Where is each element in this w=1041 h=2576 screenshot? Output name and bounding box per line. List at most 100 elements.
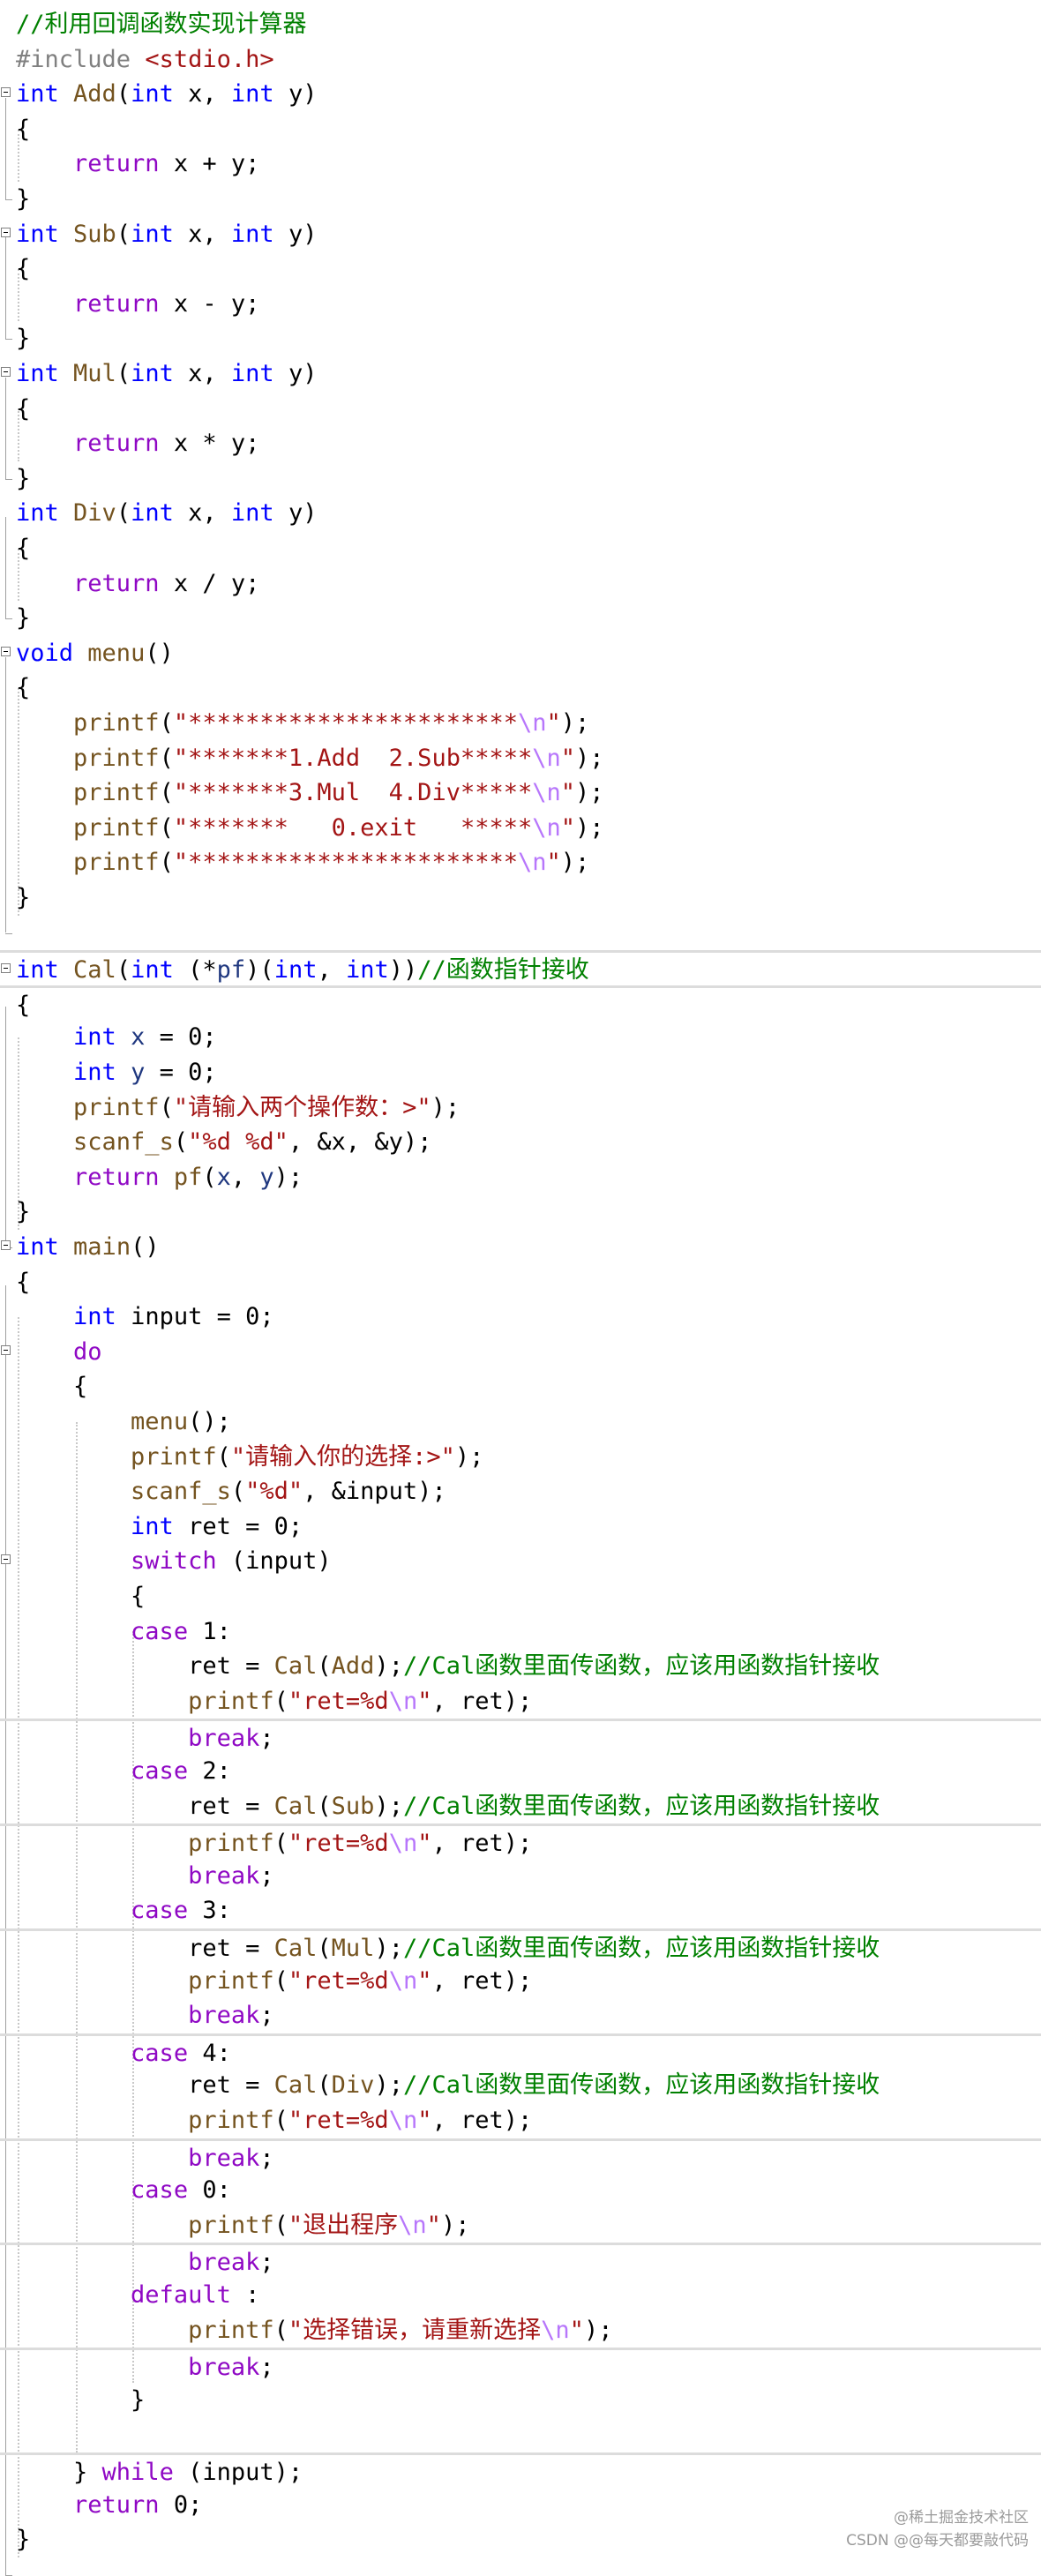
- code-line[interactable]: printf("ret=%d\n", ret);: [0, 1823, 1041, 1859]
- code-line[interactable]: return x + y;: [0, 146, 1041, 182]
- code-line[interactable]: break;: [0, 1719, 1041, 1754]
- code-line[interactable]: ret = Cal(Sub);//Cal函数里面传函数，应该用函数指针接收: [0, 1789, 1041, 1824]
- collapse-toggle-icon[interactable]: [1, 1344, 11, 1355]
- code-line[interactable]: }: [0, 1194, 1041, 1230]
- code-line[interactable]: printf("***********************\n");: [0, 845, 1041, 880]
- collapse-toggle-icon[interactable]: [1, 1554, 11, 1565]
- code-line[interactable]: }: [0, 182, 1041, 217]
- code-line[interactable]: break;: [0, 1859, 1041, 1894]
- collapse-toggle-icon[interactable]: [1, 963, 11, 974]
- code-line[interactable]: printf("***********************\n");: [0, 706, 1041, 741]
- code-line[interactable]: return x - y;: [0, 287, 1041, 322]
- code-editor[interactable]: //利用回调函数实现计算器 #include <stdio.h> int Add(i…: [0, 0, 1041, 2576]
- code-text: printf("***********************\n");: [16, 845, 589, 880]
- code-line[interactable]: printf("选择错误，请重新选择\n");: [0, 2313, 1041, 2348]
- code-text: break;: [16, 2245, 274, 2280]
- code-line[interactable]: return pf(x, y);: [0, 1160, 1041, 1195]
- code-line[interactable]: break;: [0, 2348, 1041, 2383]
- code-text: {: [16, 112, 30, 147]
- code-line[interactable]: printf("退出程序\n");: [0, 2208, 1041, 2243]
- code-text: {: [16, 392, 30, 427]
- code-line[interactable]: do: [0, 1335, 1041, 1370]
- code-token: ret =: [16, 2071, 274, 2100]
- code-line[interactable]: #include <stdio.h>: [0, 42, 1041, 78]
- code-line[interactable]: {: [0, 531, 1041, 566]
- code-line[interactable]: {: [0, 670, 1041, 706]
- code-line[interactable]: {: [0, 985, 1041, 1021]
- code-line[interactable]: case 0:: [0, 2173, 1041, 2208]
- code-line[interactable]: break;: [0, 1998, 1041, 2033]
- code-line[interactable]: case 3:: [0, 1893, 1041, 1928]
- code-line[interactable]: void menu(): [0, 636, 1041, 671]
- code-line[interactable]: printf("*******1.Add 2.Sub*****\n");: [0, 741, 1041, 776]
- code-text: }: [16, 1194, 30, 1230]
- code-line[interactable]: int y = 0;: [0, 1055, 1041, 1090]
- code-token: int: [16, 360, 59, 387]
- collapse-toggle-icon[interactable]: [1, 646, 11, 656]
- code-line[interactable]: {: [0, 1579, 1041, 1614]
- code-line[interactable]: printf("ret=%d\n", ret);: [0, 2103, 1041, 2138]
- code-line[interactable]: default :: [0, 2278, 1041, 2313]
- code-line[interactable]: int Sub(int x, int y): [0, 217, 1041, 252]
- code-line[interactable]: {: [0, 251, 1041, 287]
- code-token: );: [374, 2071, 403, 2100]
- code-line[interactable]: {: [0, 1265, 1041, 1300]
- code-line[interactable]: }: [0, 2383, 1041, 2418]
- code-line[interactable]: int Div(int x, int y): [0, 496, 1041, 531]
- code-line[interactable]: }: [0, 321, 1041, 356]
- code-line[interactable]: }: [0, 461, 1041, 497]
- code-line[interactable]: printf("请输入你的选择:>");: [0, 1440, 1041, 1475]
- code-token: (: [116, 220, 131, 248]
- collapse-toggle-icon[interactable]: [1, 1240, 11, 1250]
- code-token: int: [73, 1303, 116, 1331]
- code-line[interactable]: int input = 0;: [0, 1299, 1041, 1335]
- code-line[interactable]: //利用回调函数实现计算器: [0, 7, 1041, 42]
- code-line[interactable]: printf("ret=%d\n", ret);: [0, 1964, 1041, 1999]
- code-line[interactable]: int ret = 0;: [0, 1509, 1041, 1545]
- code-line[interactable]: scanf_s("%d %d", &x, &y);: [0, 1125, 1041, 1160]
- code-line[interactable]: return x * y;: [0, 426, 1041, 461]
- code-line[interactable]: [0, 2417, 1041, 2452]
- code-line[interactable]: int Cal(int (*pf)(int, int))//函数指针接收: [0, 950, 1041, 985]
- code-line[interactable]: {: [0, 392, 1041, 427]
- code-line[interactable]: return x / y;: [0, 566, 1041, 602]
- code-line[interactable]: ret = Cal(Div);//Cal函数里面传函数，应该用函数指针接收: [0, 2068, 1041, 2103]
- code-line[interactable]: switch (input): [0, 1544, 1041, 1579]
- code-token: case: [131, 1897, 189, 1925]
- code-line[interactable]: printf("ret=%d\n", ret);: [0, 1684, 1041, 1719]
- code-line[interactable]: break;: [0, 2243, 1041, 2278]
- code-line[interactable]: int Mul(int x, int y): [0, 356, 1041, 392]
- code-line[interactable]: {: [0, 112, 1041, 147]
- collapse-toggle-icon[interactable]: [1, 367, 11, 377]
- code-line[interactable]: printf("*******3.Mul 4.Div*****\n");: [0, 775, 1041, 811]
- code-line[interactable]: ret = Cal(Mul);//Cal函数里面传函数，应该用函数指针接收: [0, 1928, 1041, 1964]
- code-line[interactable]: ret = Cal(Add);//Cal函数里面传函数，应该用函数指针接收: [0, 1649, 1041, 1684]
- code-text: int x = 0;: [16, 1020, 217, 1055]
- code-line[interactable]: printf("请输入两个操作数：>");: [0, 1090, 1041, 1126]
- code-line[interactable]: scanf_s("%d", &input);: [0, 1474, 1041, 1509]
- code-token: x: [131, 1023, 146, 1052]
- code-token: (: [159, 813, 174, 842]
- code-token: "退出程序: [288, 2211, 399, 2239]
- code-token: , ret);: [431, 1966, 533, 1995]
- code-line[interactable]: }: [0, 601, 1041, 636]
- code-line[interactable]: int main(): [0, 1230, 1041, 1265]
- code-line[interactable]: case 4:: [0, 2033, 1041, 2069]
- code-line[interactable]: printf("******* 0.exit *****\n");: [0, 811, 1041, 846]
- code-line[interactable]: {: [0, 1369, 1041, 1404]
- code-line[interactable]: case 1:: [0, 1614, 1041, 1650]
- collapse-toggle-icon[interactable]: [1, 227, 11, 237]
- code-line[interactable]: menu();: [0, 1404, 1041, 1440]
- watermark-line-2: CSDN @@每天都要敲代码: [846, 2532, 1029, 2550]
- code-line[interactable]: } while (input);: [0, 2452, 1041, 2488]
- code-line[interactable]: int x = 0;: [0, 1020, 1041, 1055]
- code-line[interactable]: }: [0, 880, 1041, 916]
- code-line[interactable]: [0, 916, 1041, 951]
- code-text: return x * y;: [16, 426, 259, 461]
- collapse-toggle-icon[interactable]: [1, 87, 11, 98]
- code-line[interactable]: int Add(int x, int y): [0, 77, 1041, 112]
- code-line[interactable]: break;: [0, 2138, 1041, 2174]
- code-line[interactable]: case 2:: [0, 1754, 1041, 1789]
